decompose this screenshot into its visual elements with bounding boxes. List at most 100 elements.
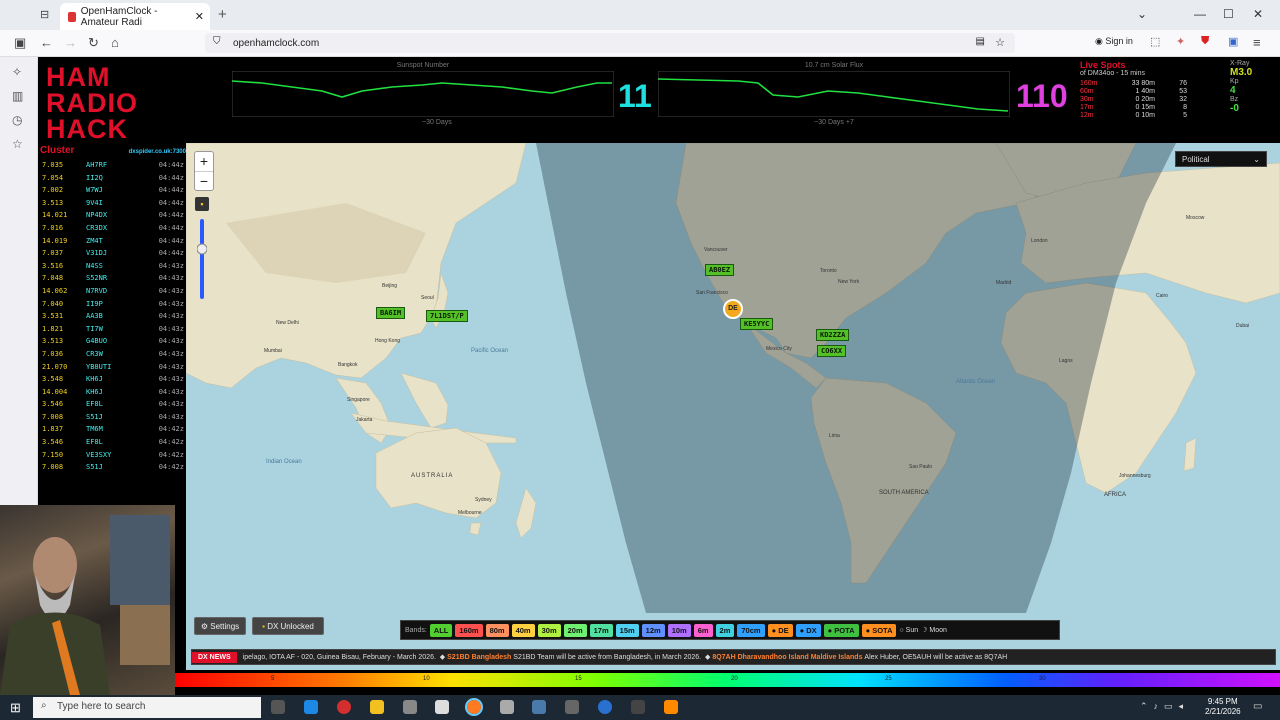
sign-in-button[interactable]: ◉ Sign in [1095, 36, 1133, 47]
toggle-moon[interactable]: ☽ Moon [921, 626, 947, 634]
band-filter-6m[interactable]: 6m [693, 623, 713, 637]
cluster-row[interactable]: 1.821 TI7W 04:43z [40, 323, 186, 336]
toggle-sota[interactable]: ● SOTA [861, 623, 897, 637]
taskbar-search-input[interactable]: ⌕ Type here to search [33, 697, 261, 718]
band-filter-10m[interactable]: 10m [667, 623, 691, 637]
reload-button[interactable]: ↻ [88, 35, 99, 51]
ublock-icon[interactable]: ⛊ [1201, 35, 1209, 48]
toggle-sun[interactable]: ○ Sun [899, 627, 918, 634]
band-filter-40m[interactable]: 40m [511, 623, 535, 637]
back-button[interactable]: ← [40, 35, 53, 50]
dx-spot-marker[interactable]: 7L1DST/P [426, 310, 468, 322]
menu-icon[interactable]: ≡ [1253, 35, 1261, 50]
dx-spot-marker[interactable]: KE5YYC [740, 318, 774, 330]
dx-lock-button[interactable]: ▪ DX Unlocked [252, 617, 324, 635]
synced-tabs-icon[interactable]: ▥ [12, 89, 23, 103]
tab-list-icon[interactable]: ⊟ [40, 8, 49, 21]
task-view-icon[interactable] [271, 700, 285, 714]
band-filter-12m[interactable]: 12m [641, 623, 665, 637]
cluster-row[interactable]: 3.548 KH6J 04:43z [40, 373, 186, 386]
sidebar-toggle-icon[interactable]: ▣ [14, 35, 26, 51]
cluster-row[interactable]: 7.016 CR3DX 04:44z [40, 222, 186, 235]
cluster-row[interactable]: 7.036 CR3W 04:43z [40, 348, 186, 361]
new-tab-button[interactable]: + [218, 6, 227, 23]
media-icon[interactable] [500, 700, 514, 714]
windows-start-icon[interactable]: ⊞ [10, 700, 21, 716]
cortana-icon[interactable] [304, 700, 318, 714]
zoom-in-button[interactable]: + [195, 152, 213, 171]
settings-button[interactable]: ⚙ Settings [194, 617, 246, 635]
band-filter-160m[interactable]: 160m [455, 623, 483, 637]
cluster-row[interactable]: 7.008 S51J 04:42z [40, 461, 186, 474]
toggle-pota[interactable]: ● POTA [823, 623, 859, 637]
toggle-dx[interactable]: ● DX [795, 623, 821, 637]
band-filter-30m[interactable]: 30m [537, 623, 561, 637]
zoom-out-button[interactable]: − [195, 171, 213, 190]
browser-tab[interactable]: OpenHamClock - Amateur Radi ✕ [60, 3, 210, 30]
terminal-icon[interactable] [565, 700, 579, 714]
app-icon[interactable] [403, 700, 417, 714]
bookmarks-icon[interactable]: ☆ [12, 137, 23, 151]
forward-button[interactable]: → [64, 35, 77, 50]
cluster-row[interactable]: 7.037 V31DJ 04:44z [40, 247, 186, 260]
reader-view-icon[interactable]: ▤ [976, 36, 985, 47]
extension-badge-icon[interactable]: ▣ [1228, 35, 1238, 48]
cluster-row[interactable]: 3.513 G4BUO 04:43z [40, 335, 186, 348]
band-filter-all[interactable]: ALL [429, 623, 453, 637]
qbittorrent-icon[interactable] [598, 700, 612, 714]
world-map[interactable]: Vancouver San Francisco Mexico City Toro… [186, 143, 1280, 670]
network-app-icon[interactable] [532, 700, 546, 714]
cluster-row[interactable]: 7.150 VE3SXY 04:42z [40, 449, 186, 462]
extensions-icon[interactable]: ⬚ [1150, 35, 1160, 48]
dx-spot-marker[interactable]: AB0EZ [705, 264, 735, 276]
band-filter-2m[interactable]: 2m [715, 623, 735, 637]
maximize-button[interactable]: ☐ [1223, 7, 1234, 21]
cluster-row[interactable]: 14.062 N7RVD 04:43z [40, 285, 186, 298]
cluster-row[interactable]: 14.019 ZM4T 04:44z [40, 235, 186, 248]
tab-dropdown-icon[interactable]: ⌄ [1137, 7, 1147, 21]
home-button[interactable]: ⌂ [111, 35, 119, 50]
cluster-row[interactable]: 14.004 KH6J 04:43z [40, 386, 186, 399]
cluster-row[interactable]: 7.040 II9P 04:43z [40, 298, 186, 311]
de-home-marker[interactable]: DE [723, 299, 743, 319]
toggle-de[interactable]: ● DE [767, 623, 793, 637]
taskbar-clock[interactable]: 9:45 PM 2/21/2026 [1205, 697, 1241, 717]
vlc-icon[interactable] [664, 700, 678, 714]
system-tray-icons[interactable]: ⌃♪▭◂ [1140, 701, 1189, 712]
cluster-row[interactable]: 7.008 S51J 04:43z [40, 411, 186, 424]
band-filter-70cm[interactable]: 70cm [737, 623, 765, 637]
file-explorer-icon[interactable] [370, 700, 384, 714]
night-opacity-slider[interactable] [197, 219, 207, 299]
dx-spot-marker[interactable]: BA6IM [376, 307, 406, 319]
ai-chat-icon[interactable]: ✧ [12, 65, 22, 79]
dx-spot-marker[interactable]: KD2ZZA [816, 329, 850, 341]
notifications-icon[interactable]: ▭ [1253, 701, 1262, 712]
notepad-icon[interactable] [435, 700, 449, 714]
cluster-row[interactable]: 21.070 YB8UTI 04:43z [40, 361, 186, 374]
band-filter-15m[interactable]: 15m [615, 623, 639, 637]
band-filter-20m[interactable]: 20m [563, 623, 587, 637]
minimize-button[interactable]: — [1194, 7, 1206, 21]
address-bar[interactable]: ⛉ openhamclock.com ▤ ☆ [205, 33, 1015, 53]
history-icon[interactable]: ◷ [12, 113, 22, 127]
cluster-row[interactable]: 3.531 AA3B 04:43z [40, 310, 186, 323]
editor-icon[interactable] [631, 700, 645, 714]
cluster-row[interactable]: 7.048 S52NR 04:43z [40, 272, 186, 285]
chrome-icon[interactable] [337, 700, 351, 714]
cluster-row[interactable]: 3.546 EF8L 04:42z [40, 436, 186, 449]
bookmark-star-icon[interactable]: ☆ [995, 36, 1005, 49]
dx-spot-marker[interactable]: CO6XX [817, 345, 847, 357]
band-filter-80m[interactable]: 80m [485, 623, 509, 637]
close-window-button[interactable]: ✕ [1253, 7, 1263, 21]
lock-icon[interactable]: ▪ [195, 197, 209, 211]
map-layer-select[interactable]: Political ⌄ [1175, 151, 1267, 167]
cluster-row[interactable]: 3.516 N4SS 04:43z [40, 260, 186, 273]
firefox-icon[interactable] [465, 698, 483, 716]
cluster-row[interactable]: 1.837 TM6M 04:42z [40, 423, 186, 436]
cluster-row[interactable]: 7.035 AH7RF 04:44z [40, 159, 186, 172]
cluster-row[interactable]: 7.054 II2Q 04:44z [40, 172, 186, 185]
shield-icon[interactable]: ⛉ [213, 36, 221, 47]
close-tab-icon[interactable]: ✕ [195, 10, 204, 23]
extension-icon[interactable]: ✦ [1176, 35, 1185, 48]
cluster-row[interactable]: 14.021 NP4DX 04:44z [40, 209, 186, 222]
